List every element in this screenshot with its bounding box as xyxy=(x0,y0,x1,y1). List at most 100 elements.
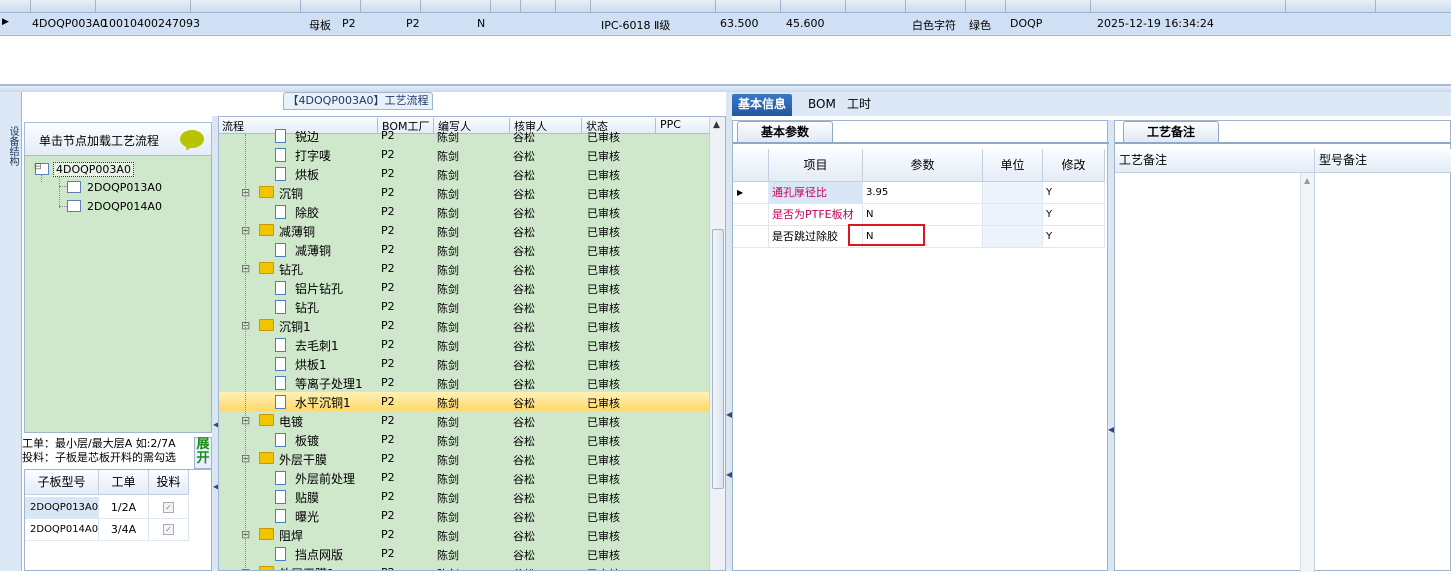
process-step-row[interactable]: 减薄铜 P2 陈剑 谷松 已审核 xyxy=(219,240,709,259)
process-step-row[interactable]: 板镀 P2 陈剑 谷松 已审核 xyxy=(219,430,709,449)
feed-checkbox[interactable]: ✓ xyxy=(163,502,174,513)
col-header-item[interactable]: 项目 xyxy=(769,149,863,182)
folder-icon xyxy=(259,319,274,331)
process-step-row[interactable]: 外层前处理 P2 陈剑 谷松 已审核 xyxy=(219,468,709,487)
col-header-unit[interactable]: 单位 xyxy=(983,149,1043,182)
process-group-row[interactable]: ⊟ 外层干膜 P2 陈剑 谷松 已审核 xyxy=(219,449,709,468)
tree-node-child[interactable]: 2DOQP013A0 xyxy=(67,180,164,194)
folder-icon xyxy=(259,414,274,426)
tab-basic-info[interactable]: 基本信息 xyxy=(732,94,793,116)
param-unit[interactable] xyxy=(983,226,1043,248)
row-indicator[interactable] xyxy=(733,226,769,248)
process-name: 外层干膜1 xyxy=(279,565,335,570)
process-step-row[interactable]: 除胶 P2 陈剑 谷松 已审核 xyxy=(219,202,709,221)
process-reviewer: 谷松 xyxy=(513,131,535,144)
tab-bom[interactable]: BOM xyxy=(802,94,842,116)
col-header-order[interactable]: 工单 xyxy=(99,470,149,495)
info-line-feed: 投料：子板是芯板开料的需勾选 xyxy=(22,451,176,464)
process-writer: 陈剑 xyxy=(437,492,459,505)
process-writer: 陈剑 xyxy=(437,416,459,429)
process-group-row[interactable]: ⊟ 钻孔 P2 陈剑 谷松 已审核 xyxy=(219,259,709,278)
col-header-param[interactable]: 参数 xyxy=(863,149,983,182)
process-writer: 陈剑 xyxy=(437,454,459,467)
process-status: 已审核 xyxy=(587,359,620,372)
col-header-modify[interactable]: 修改 xyxy=(1043,149,1105,182)
process-step-row[interactable]: 等离子处理1 P2 陈剑 谷松 已审核 xyxy=(219,373,709,392)
tree-node-root[interactable]: 4DOQP003A0 xyxy=(35,161,134,177)
process-step-row[interactable]: 烘板1 P2 陈剑 谷松 已审核 xyxy=(219,354,709,373)
sub-row-order[interactable]: 3/4A xyxy=(99,519,149,541)
process-bom: P2 xyxy=(381,338,395,351)
process-writer: 陈剑 xyxy=(437,150,459,163)
feed-checkbox[interactable]: ✓ xyxy=(163,524,174,535)
scroll-up-icon[interactable]: ▲ xyxy=(713,120,720,130)
param-modify[interactable]: Y xyxy=(1043,182,1105,204)
process-group-row[interactable]: ⊟ 减薄铜 P2 陈剑 谷松 已审核 xyxy=(219,221,709,240)
process-group-row[interactable]: ⊟ 沉铜1 P2 陈剑 谷松 已审核 xyxy=(219,316,709,335)
expand-button[interactable]: 展开 xyxy=(194,437,212,469)
param-item[interactable]: 是否为PTFE板材 xyxy=(769,204,863,226)
highlight-box xyxy=(848,224,925,246)
process-group-row[interactable]: ⊟外层干膜1P2陈剑谷松已审核 xyxy=(219,563,709,570)
process-step-row[interactable]: 打字唛 P2 陈剑 谷松 已审核 xyxy=(219,145,709,164)
tab-process-remark[interactable]: 工艺备注 xyxy=(1123,121,1219,143)
cell-standard: IPC-6018 Ⅱ级 xyxy=(601,19,671,32)
process-reviewer: 谷松 xyxy=(513,245,535,258)
scroll-up-icon[interactable]: ▲ xyxy=(1304,176,1310,185)
scroll-thumb[interactable] xyxy=(712,229,724,489)
param-item[interactable]: 通孔厚径比 xyxy=(769,182,863,204)
col-header-feed[interactable]: 投料 xyxy=(149,470,189,495)
col-header-process-remark[interactable]: 工艺备注 xyxy=(1115,149,1315,173)
vertical-tab[interactable]: 设备结构 xyxy=(0,92,22,571)
process-reviewer: 谷松 xyxy=(513,549,535,562)
process-step-row[interactable]: 铝片钻孔 P2 陈剑 谷松 已审核 xyxy=(219,278,709,297)
process-writer: 陈剑 xyxy=(437,169,459,182)
process-step-row[interactable]: 贴膜 P2 陈剑 谷松 已审核 xyxy=(219,487,709,506)
collapse-icon[interactable]: ⊟ xyxy=(34,162,42,172)
folder-icon xyxy=(259,452,274,464)
param-modify[interactable]: Y xyxy=(1043,226,1105,248)
process-bom: P2 xyxy=(381,262,395,275)
process-step-row[interactable]: 烘板 P2 陈剑 谷松 已审核 xyxy=(219,164,709,183)
sub-row-feed[interactable]: ✓ xyxy=(149,497,189,519)
process-step-row[interactable]: 曝光 P2 陈剑 谷松 已审核 xyxy=(219,506,709,525)
param-value[interactable]: 3.95 xyxy=(863,182,983,204)
process-step-row[interactable]: 挡点网版 P2 陈剑 谷松 已审核 xyxy=(219,544,709,563)
process-group-row[interactable]: ⊟ 沉铜 P2 陈剑 谷松 已审核 xyxy=(219,183,709,202)
process-group-row[interactable]: ⊟ 电镀 P2 陈剑 谷松 已审核 xyxy=(219,411,709,430)
process-step-row[interactable]: 锐边 P2 陈剑 谷松 已审核 xyxy=(219,126,709,145)
tab-work-hours[interactable]: 工时 xyxy=(841,94,877,116)
sub-row-model[interactable]: 2DOQP014A0 xyxy=(25,519,99,541)
param-unit[interactable] xyxy=(983,182,1043,204)
param-modify[interactable]: Y xyxy=(1043,204,1105,226)
process-writer: 陈剑 xyxy=(437,340,459,353)
col-header-model-remark[interactable]: 型号备注 xyxy=(1315,149,1451,173)
process-step-row[interactable]: 钻孔 P2 陈剑 谷松 已审核 xyxy=(219,297,709,316)
top-grid-row[interactable]: ▶ 4DOQP003A0 10010400247093 母板 P2 P2 N I… xyxy=(0,12,1451,34)
sub-row-feed[interactable]: ✓ xyxy=(149,519,189,541)
row-indicator[interactable]: ▶ xyxy=(733,182,769,204)
process-status: 已审核 xyxy=(587,340,620,353)
document-icon xyxy=(275,300,286,314)
param-value[interactable]: N xyxy=(863,204,983,226)
process-bom: P2 xyxy=(381,205,395,218)
col-header-model[interactable]: 子板型号 xyxy=(25,470,99,495)
cell-mask: 绿色 xyxy=(969,19,991,32)
tab-basic-params[interactable]: 基本参数 xyxy=(737,121,833,143)
load-process-button[interactable]: 单击节点加载工艺流程 xyxy=(24,122,212,156)
process-group-row[interactable]: ⊟ 阻焊 P2 陈剑 谷松 已审核 xyxy=(219,525,709,544)
process-bom: P2 xyxy=(381,300,395,313)
process-scrollbar[interactable]: ▲ xyxy=(709,117,725,570)
process-step-row[interactable]: 水平沉铜1 P2 陈剑 谷松 已审核 xyxy=(219,392,709,411)
remark-scrollbar[interactable]: ▲ xyxy=(1300,173,1315,572)
sub-row-model[interactable]: 2DOQP013A0 xyxy=(25,497,99,519)
param-unit[interactable] xyxy=(983,204,1043,226)
cell-factory2: P2 xyxy=(406,17,420,30)
row-indicator[interactable] xyxy=(733,204,769,226)
sub-row-order[interactable]: 1/2A xyxy=(99,497,149,519)
tree-node-child[interactable]: 2DOQP014A0 xyxy=(67,199,164,213)
process-step-row[interactable]: 去毛刺1 P2 陈剑 谷松 已审核 xyxy=(219,335,709,354)
document-icon xyxy=(275,281,286,295)
node-icon xyxy=(67,200,81,212)
document-icon xyxy=(275,167,286,181)
